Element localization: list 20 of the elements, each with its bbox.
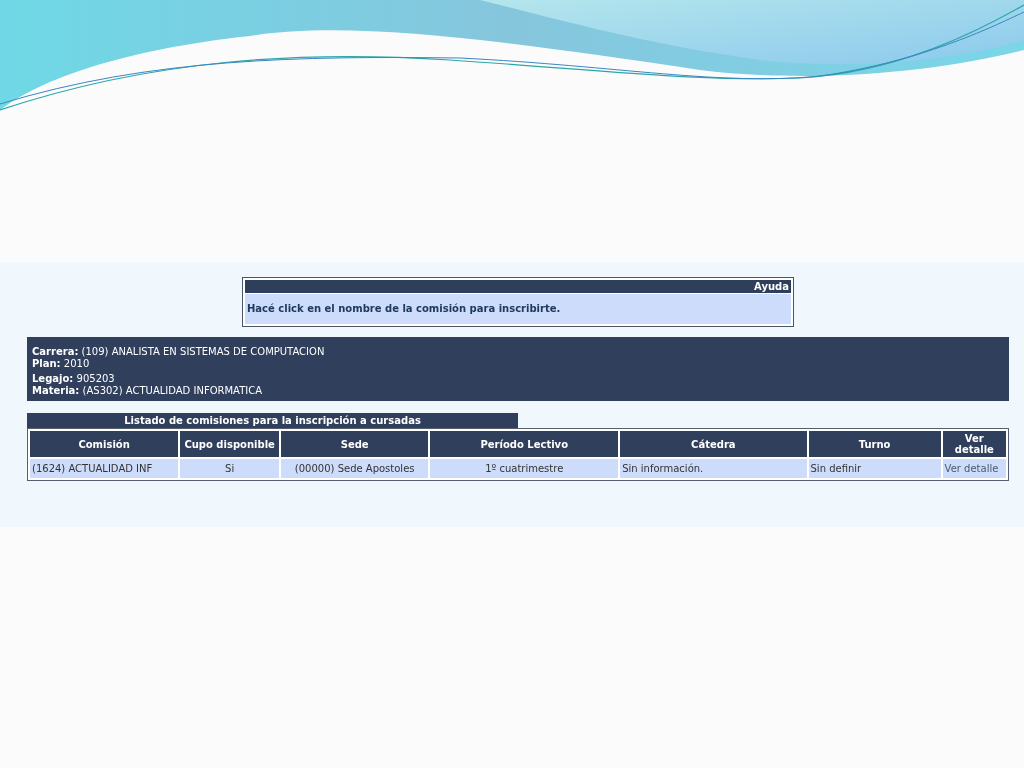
- column-header: Ver detalle: [942, 431, 1006, 457]
- info-line: Carrera: (109) ANALISTA EN SISTEMAS DE COMPUTACION: [32, 346, 326, 358]
- table-cell: Sin información.: [620, 459, 807, 478]
- table-title: Listado de comisiones para la inscripción a cursadas: [27, 413, 518, 428]
- table-cell: Sin definir: [808, 459, 941, 478]
- help-text: Hacé click en el nombre de la comisión para inscribirte.: [245, 294, 791, 324]
- info-line: Materia: (AS302) ACTUALIDAD INFORMATICA: [32, 385, 264, 397]
- column-header: Turno: [808, 431, 941, 457]
- column-header: Cátedra: [620, 431, 807, 457]
- commission-name[interactable]: (1624) ACTUALIDAD INF: [30, 459, 179, 478]
- help-title: Ayuda: [245, 280, 791, 293]
- column-header: Cupo disponible: [180, 431, 280, 457]
- info-line: Plan: 2010: [32, 358, 91, 370]
- column-header: Período Lectivo: [430, 431, 619, 457]
- info-line: Legajo: 905203: [32, 373, 116, 385]
- column-header: Comisión: [30, 431, 179, 457]
- table-cell: 1º cuatrimestre: [430, 459, 619, 478]
- table-cell: Si: [180, 459, 280, 478]
- table-cell: (00000) Sede Apostoles: [281, 459, 429, 478]
- column-header: Sede: [281, 431, 429, 457]
